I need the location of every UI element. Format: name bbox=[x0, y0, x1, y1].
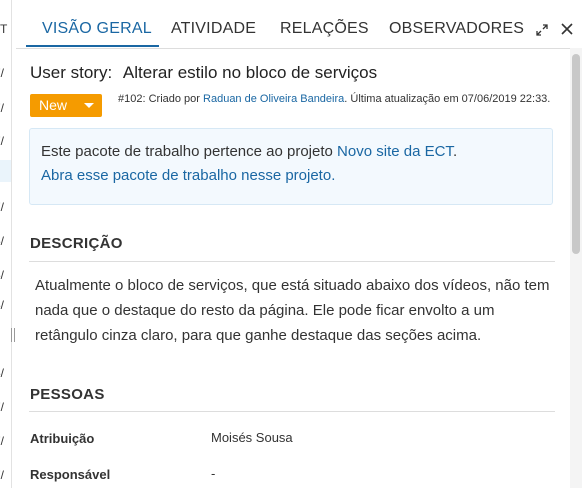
open-in-project-line: Abra esse pacote de trabalho nesse proje… bbox=[41, 167, 335, 184]
tab-relations[interactable]: RELAÇÕES bbox=[280, 20, 369, 38]
people-heading: PESSOAS bbox=[30, 386, 105, 403]
panel-resize-handle[interactable] bbox=[11, 328, 15, 342]
strip-cell: 5/ bbox=[0, 234, 5, 248]
tab-bar: VISÃO GERAL ATIVIDADE RELAÇÕES OBSERVADO… bbox=[16, 0, 573, 49]
strip-cell: 5/ bbox=[0, 268, 5, 282]
project-info-text: Este pacote de trabalho pertence ao proj… bbox=[41, 143, 333, 160]
strip-cell: 5/ bbox=[0, 366, 5, 380]
highlighted-row bbox=[0, 160, 11, 182]
description-text[interactable]: Atualmente o bloco de serviços, que está… bbox=[35, 273, 555, 348]
status-dropdown-button[interactable]: New bbox=[30, 94, 102, 117]
open-in-project-link[interactable]: Abra esse pacote de trabalho nesse proje… bbox=[41, 167, 335, 184]
work-package-details-panel: VISÃO GERAL ATIVIDADE RELAÇÕES OBSERVADO… bbox=[16, 0, 573, 488]
strip-cell: 7/ bbox=[0, 468, 5, 482]
meta-suffix: . Última atualização em 07/06/2019 22:33… bbox=[344, 93, 551, 105]
strip-cell: 7/ bbox=[0, 434, 5, 448]
tab-overview[interactable]: VISÃO GERAL bbox=[42, 20, 152, 38]
expand-icon[interactable] bbox=[535, 22, 549, 41]
strip-cell: 7/ bbox=[0, 66, 5, 80]
section-divider bbox=[29, 261, 555, 262]
responsible-label: Responsável bbox=[30, 467, 111, 482]
project-info-box: Este pacote de trabalho pertence ao proj… bbox=[29, 128, 553, 205]
strip-cell: 7/ bbox=[0, 400, 5, 414]
work-package-meta: #102: Criado por Raduan de Oliveira Band… bbox=[118, 93, 558, 106]
strip-cell: T bbox=[0, 22, 8, 36]
strip-cell: 7/ bbox=[0, 200, 5, 214]
tab-activity[interactable]: ATIVIDADE bbox=[171, 20, 256, 38]
assignee-label: Atribuição bbox=[30, 431, 95, 446]
strip-cell: 7/ bbox=[0, 134, 5, 148]
active-tab-indicator bbox=[26, 45, 159, 47]
responsible-value[interactable]: - bbox=[211, 466, 215, 481]
project-info-period: . bbox=[452, 143, 458, 160]
work-package-title: User story: Alterar estilo no bloco de s… bbox=[30, 63, 377, 83]
chevron-down-icon bbox=[84, 103, 94, 108]
status-label: New bbox=[39, 97, 68, 113]
assignee-value[interactable]: Moisés Sousa bbox=[211, 430, 293, 445]
description-heading: DESCRIÇÃO bbox=[30, 235, 123, 252]
background-table-strip: T 7/ 7/ 5/ 7/ 7/ 5/ 5/ 5/ 7/ 7/ 7/ bbox=[0, 0, 12, 488]
section-divider bbox=[29, 411, 555, 412]
project-info-line: Este pacote de trabalho pertence ao proj… bbox=[41, 143, 457, 160]
author-link[interactable]: Raduan de Oliveira Bandeira bbox=[203, 93, 344, 105]
work-package-subject[interactable]: Alterar estilo no bloco de serviços bbox=[123, 63, 377, 82]
project-link[interactable]: Novo site da ECT bbox=[337, 143, 453, 160]
strip-cell: 5/ bbox=[0, 298, 5, 312]
panel-scrollbar[interactable] bbox=[570, 48, 582, 488]
work-package-type: User story: bbox=[30, 63, 113, 82]
meta-prefix: #102: Criado por bbox=[118, 93, 200, 105]
close-icon[interactable] bbox=[560, 21, 574, 40]
strip-cell: 7/ bbox=[0, 101, 5, 115]
scrollbar-thumb[interactable] bbox=[572, 54, 580, 254]
tab-watchers[interactable]: OBSERVADORES bbox=[389, 20, 524, 38]
